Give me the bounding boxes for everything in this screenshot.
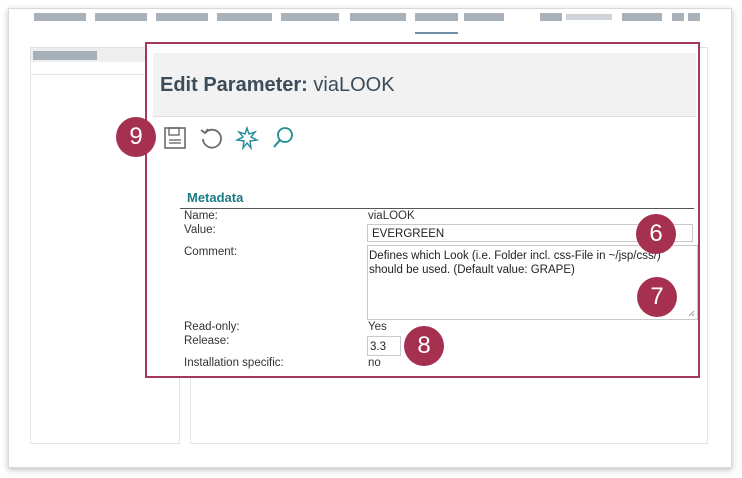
resize-grip-icon[interactable] (687, 309, 695, 317)
nav-item-8[interactable] (464, 13, 504, 21)
section-divider (180, 208, 694, 209)
nav-item-6[interactable] (350, 13, 406, 21)
comment-label: Comment: (184, 246, 238, 258)
dialog-header: Edit Parameter: viaLOOK (153, 53, 696, 117)
value-label: Value: (184, 224, 216, 236)
nav-item-4[interactable] (217, 13, 272, 21)
save-button[interactable] (161, 124, 189, 152)
nav-item-1[interactable] (34, 13, 86, 21)
nav-item-5[interactable] (281, 13, 339, 21)
nav-icon-2[interactable] (688, 13, 700, 21)
dialog-title: Edit Parameter: viaLOOK (160, 74, 395, 97)
search-button[interactable] (269, 124, 297, 152)
metadata-section-title: Metadata (187, 190, 244, 205)
release-input-text: 3.3 (370, 341, 386, 353)
readonly-label: Read-only: (184, 321, 240, 333)
sparkle-icon (235, 126, 259, 150)
nav-active-indicator (415, 32, 458, 34)
name-value: viaLOOK (368, 210, 415, 222)
release-label: Release: (184, 335, 230, 347)
dialog-title-value: viaLOOK (313, 74, 395, 96)
callout-toolbar: 9 (116, 117, 156, 157)
install-specific-label: Installation specific: (184, 357, 284, 369)
release-input[interactable]: 3.3 (367, 336, 401, 356)
nav-user-block[interactable] (540, 13, 562, 21)
dialog-title-prefix: Edit Parameter: (160, 74, 308, 96)
search-icon (273, 127, 293, 148)
nav-item-2[interactable] (95, 13, 147, 21)
nav-link[interactable] (622, 13, 662, 21)
nav-item-active[interactable] (415, 13, 458, 21)
nav-icon-1[interactable] (672, 13, 684, 21)
left-panel-title (33, 51, 97, 60)
name-label: Name: (184, 210, 218, 222)
new-button[interactable] (233, 124, 261, 152)
undo-button[interactable] (197, 124, 225, 152)
callout-comment-field: 7 (637, 277, 677, 317)
nav-item-3[interactable] (156, 13, 208, 21)
save-icon (164, 127, 186, 149)
comment-textarea-text: Defines which Look (i.e. Folder incl. cs… (369, 250, 661, 276)
install-specific-value: no (368, 357, 381, 369)
readonly-value: Yes (368, 321, 387, 333)
callout-release-field: 8 (404, 326, 444, 366)
value-input-text: EVERGREEN (372, 228, 445, 240)
callout-value-field: 6 (636, 214, 676, 254)
nav-user-name[interactable] (566, 14, 612, 20)
undo-icon (200, 128, 222, 149)
